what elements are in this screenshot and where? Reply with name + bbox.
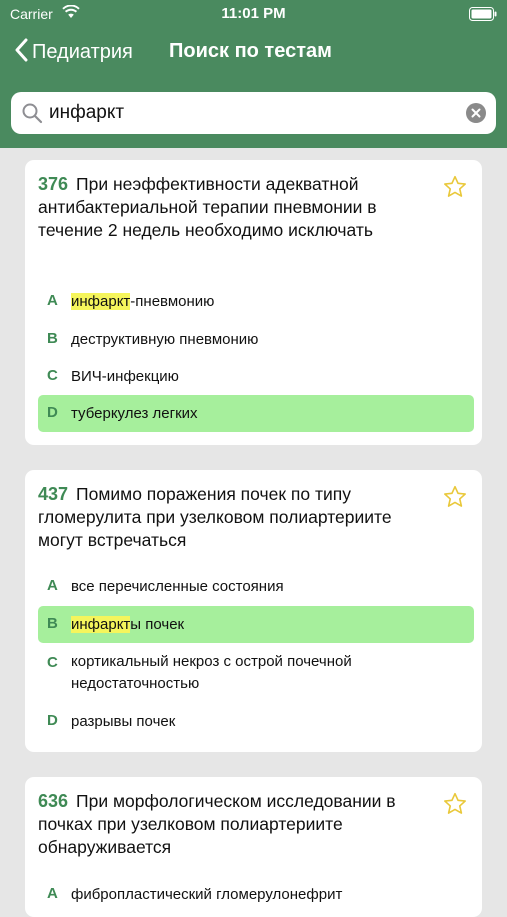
option-letter: A [47, 885, 58, 902]
option-text: кортикальный некроз с острой почечной не… [71, 653, 352, 692]
question-text: При неэффективности адекватной антибакте… [38, 174, 377, 240]
search-input[interactable] [49, 92, 459, 134]
header: Carrier 11:01 PM Педиатрия Поиск по тест… [0, 0, 507, 148]
answer-option-a[interactable]: A инфаркт-пневмонию [38, 286, 474, 318]
option-letter: C [47, 367, 58, 384]
question-card: 636 При морфологическом исследовании в по… [25, 777, 482, 917]
option-text: туберкулез легких [71, 405, 198, 422]
question-text: При морфологическом исследовании в почка… [38, 791, 396, 857]
question-text: Помимо поражения почек по типу гломерули… [38, 484, 392, 550]
status-bar: Carrier 11:01 PM [0, 0, 507, 30]
option-text: деструктивную пневмонию [71, 331, 259, 348]
question-card: 437 Помимо поражения почек по типу гломер… [25, 470, 482, 752]
answer-option-b[interactable]: B деструктивную пневмонию [38, 324, 474, 356]
question-number: 636 [38, 791, 69, 811]
search-bar [11, 92, 496, 134]
option-text-rest: -пневмонию [130, 293, 215, 310]
option-letter: D [47, 712, 58, 729]
star-icon[interactable] [442, 791, 468, 822]
answer-option-b[interactable]: B инфаркты почек [38, 606, 474, 643]
status-time: 11:01 PM [221, 5, 286, 22]
search-icon [21, 102, 43, 129]
answer-option-c[interactable]: C ВИЧ-инфекцию [38, 361, 474, 393]
search-highlight: инфаркт [71, 616, 131, 633]
clear-search-icon[interactable] [466, 103, 486, 123]
chevron-left-icon [14, 38, 28, 67]
option-text: все перечисленные состояния [71, 578, 284, 595]
answer-option-a[interactable]: A все перечисленные состояния [38, 571, 474, 603]
question-number: 437 [38, 484, 69, 504]
option-text: фибропластический гломерулонефрит [71, 886, 343, 903]
option-letter: D [47, 404, 58, 421]
battery-icon [469, 7, 497, 25]
answer-option-d[interactable]: D разрывы почек [38, 706, 474, 738]
option-letter: A [47, 577, 58, 594]
answer-option-c[interactable]: C кортикальный некроз с острой почечной … [38, 648, 474, 700]
option-text: инфаркты почек [71, 614, 466, 636]
star-icon[interactable] [442, 484, 468, 515]
navigation-bar: Педиатрия Поиск по тестам [0, 34, 507, 74]
option-text: ВИЧ-инфекцию [71, 368, 179, 385]
page-title: Поиск по тестам [169, 40, 332, 62]
back-label: Педиатрия [32, 41, 133, 63]
question-card: 376 При неэффективности адекватной антиба… [25, 160, 482, 445]
option-text-rest: ы почек [130, 616, 185, 633]
option-letter: C [47, 654, 58, 671]
question-header: 376 При неэффективности адекватной антиба… [38, 173, 423, 242]
search-highlight: инфаркт [71, 293, 131, 310]
option-text: разрывы почек [71, 713, 176, 730]
question-number: 376 [38, 174, 69, 194]
back-button[interactable]: Педиатрия [14, 38, 133, 67]
option-text: инфаркт-пневмонию [71, 291, 466, 313]
answer-option-d[interactable]: D туберкулез легких [38, 395, 474, 432]
option-letter: A [47, 292, 58, 309]
option-letter: B [47, 615, 58, 632]
star-icon[interactable] [442, 174, 468, 205]
answer-option-a[interactable]: A фибропластический гломерулонефрит [38, 879, 474, 911]
question-header: 437 Помимо поражения почек по типу гломер… [38, 483, 423, 552]
question-header: 636 При морфологическом исследовании в по… [38, 790, 423, 859]
option-letter: B [47, 330, 58, 347]
